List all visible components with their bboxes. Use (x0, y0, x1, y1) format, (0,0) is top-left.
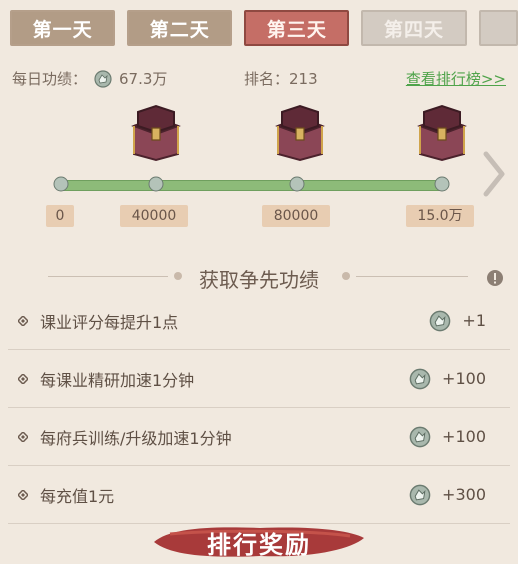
tab-day-1[interactable]: 第一天 (10, 10, 116, 46)
chest-icon[interactable] (414, 104, 470, 162)
task-row: 课业评分每提升1点 +1 (8, 292, 510, 350)
reward-value: +1 (462, 311, 486, 330)
merit-node-icon (434, 176, 450, 192)
merit-icon (409, 426, 431, 447)
stats-bar: 每日功绩： 67.3万 排名：213 查看排行榜>> (12, 68, 506, 92)
task-list: 课业评分每提升1点 +1 每课业精研加速1分钟 +100 每府兵训练/升级加速1… (8, 292, 510, 524)
progress-track (58, 180, 444, 191)
reward-value: +300 (442, 485, 486, 504)
diamond-bullet-icon (18, 431, 28, 442)
day-tabs: 第一天 第二天 第三天 第四天 (10, 10, 518, 48)
rank-text: 排名：213 (244, 70, 318, 88)
reward-value: +100 (442, 427, 486, 446)
chest-icon[interactable] (128, 104, 184, 162)
milestone-value: 0 (46, 205, 74, 227)
task-label: 课业评分每提升1点 (40, 312, 179, 332)
chest-icon[interactable] (272, 104, 328, 162)
merit-node-icon (148, 176, 164, 192)
ranking-reward-button[interactable]: 排行奖励 (150, 520, 368, 564)
diamond-bullet-icon (18, 373, 28, 384)
task-label: 每课业精研加速1分钟 (40, 370, 195, 390)
tab-day-3[interactable]: 第三天 (244, 10, 350, 46)
milestone-value: 80000 (262, 205, 330, 227)
merit-node-icon (289, 176, 305, 192)
divider-dot (342, 272, 350, 280)
section-title: 获取争先功绩 (199, 268, 319, 292)
daily-merit: 每日功绩： 67.3万 (12, 68, 167, 89)
task-row: 每府兵训练/升级加速1分钟 +100 (8, 408, 510, 466)
merit-icon (94, 69, 112, 88)
merit-node-icon (53, 176, 69, 192)
reward-value: +100 (442, 369, 486, 388)
info-icon[interactable] (486, 269, 504, 287)
task-reward: +100 (408, 367, 486, 391)
daily-merit-label: 每日功绩： (12, 70, 88, 88)
task-label: 每充值1元 (40, 486, 115, 506)
tab-day-5-partial[interactable] (478, 10, 518, 46)
diamond-bullet-icon (18, 489, 28, 500)
merit-icon (409, 484, 431, 505)
daily-merit-value: 67.3万 (119, 70, 168, 88)
task-reward: +300 (408, 483, 486, 507)
view-ranking-link[interactable]: 查看排行榜>> (406, 68, 506, 89)
divider (356, 276, 468, 277)
tab-day-2[interactable]: 第二天 (127, 10, 233, 46)
tab-day-4[interactable]: 第四天 (361, 10, 467, 46)
milestone-value: 40000 (120, 205, 188, 227)
task-reward: +100 (408, 425, 486, 449)
task-row: 每课业精研加速1分钟 +100 (8, 350, 510, 408)
next-arrow-icon[interactable] (480, 150, 508, 198)
milestone-value: 15.0万 (406, 205, 474, 227)
diamond-bullet-icon (18, 315, 28, 326)
merit-icon (430, 310, 451, 331)
task-label: 每府兵训练/升级加速1分钟 (40, 428, 232, 448)
ranking-reward-label: 排行奖励 (207, 530, 311, 559)
merit-icon (409, 368, 431, 389)
task-reward: +1 (428, 309, 486, 333)
task-row: 每充值1元 +300 (8, 466, 510, 524)
